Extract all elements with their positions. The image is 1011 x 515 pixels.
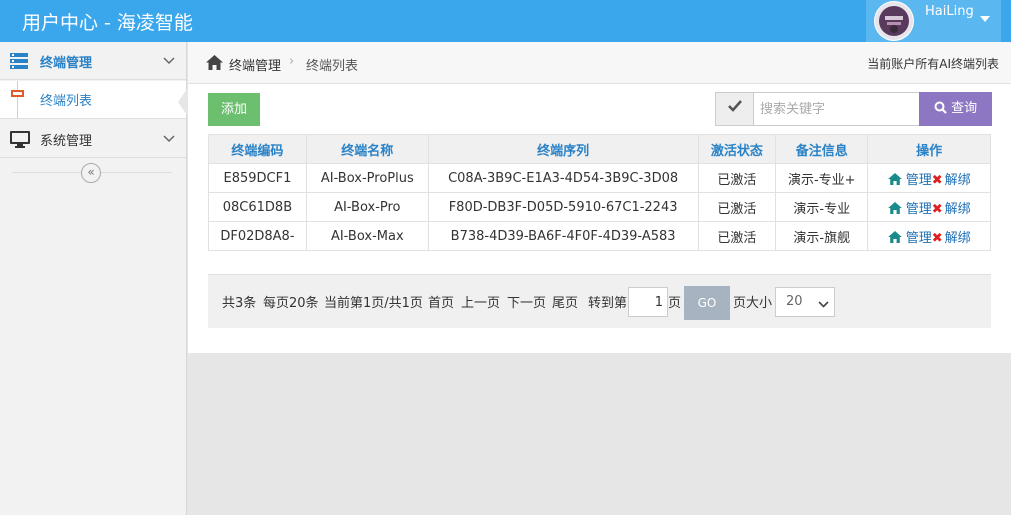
search-button[interactable]: 查询: [919, 92, 992, 126]
sidebar-group-label: 系统管理: [40, 134, 93, 149]
column-header: 操作: [867, 134, 991, 164]
cell-name: AI-Box-Max: [305, 221, 429, 251]
username[interactable]: HaiLing: [925, 4, 974, 19]
user-menu[interactable]: HaiLing: [866, 0, 1001, 42]
sidebar: 终端管理 终端列表 系统管理 «: [0, 42, 187, 515]
app-title: 用户中心 - 海凌智能: [22, 12, 193, 34]
pager-total: 共3条: [222, 296, 257, 311]
manage-link[interactable]: 管理: [906, 231, 932, 246]
cell-name: AI-Box-Pro: [305, 192, 429, 222]
add-button[interactable]: 添加: [208, 93, 260, 126]
breadcrumb-separator: ›: [289, 54, 295, 69]
home-icon[interactable]: [887, 201, 906, 217]
column-header[interactable]: 终端编码: [208, 134, 307, 164]
column-header[interactable]: 备注信息: [775, 134, 869, 164]
monitor-small-icon: [11, 90, 24, 97]
cell-remark: 演示-专业: [775, 192, 869, 222]
table-row: E859DCF1 AI-Box-ProPlus C08A-3B9C-E1A3-4…: [208, 163, 991, 193]
sidebar-item-label: 终端列表: [40, 94, 93, 109]
unbind-link[interactable]: 解绑: [945, 231, 971, 246]
pagination: 共3条 每页20条 当前第1页/共1页 首页 上一页 下一页 尾页 转到第 页 …: [208, 274, 991, 328]
cell-serial: C08A-3B9C-E1A3-4D54-3B9C-3D08: [427, 163, 699, 193]
cell-status: 已激活: [697, 192, 777, 222]
cell-serial: B738-4D39-BA6F-4F0F-4D39-A583: [427, 221, 699, 251]
sidebar-collapse-row: «: [0, 159, 186, 185]
main-panel: 终端管理 › 终端列表 当前账户所有AI终端列表 添加 查询 终端编码 终端名称…: [188, 42, 1011, 353]
cell-actions: 管理✖ 解绑: [867, 192, 991, 222]
table-row: DF02D8A8- AI-Box-Max B738-4D39-BA6F-4F0F…: [208, 221, 991, 251]
cell-code: 08C61D8B: [208, 192, 307, 222]
server-icon: [10, 53, 28, 73]
search-group: 查询: [715, 92, 992, 126]
cell-remark: 演示-专业+: [775, 163, 869, 193]
sidebar-group-system[interactable]: 系统管理: [0, 120, 186, 158]
avatar[interactable]: [874, 1, 914, 41]
home-icon[interactable]: [887, 172, 906, 188]
table-header-row: 终端编码 终端名称 终端序列 激活状态 备注信息 操作: [208, 134, 991, 164]
go-button[interactable]: GO: [684, 286, 730, 320]
sidebar-group-label: 终端管理: [40, 56, 93, 71]
page-description: 当前账户所有AI终端列表: [867, 57, 999, 71]
search-icon: [934, 101, 951, 116]
breadcrumb-item[interactable]: 终端管理: [229, 55, 281, 74]
chevron-down-icon: [163, 54, 175, 69]
page-size-value: 20: [786, 294, 803, 309]
check-icon[interactable]: [716, 93, 754, 125]
goto-page-input[interactable]: [628, 287, 668, 317]
search-button-label: 查询: [951, 101, 978, 116]
pager-prev-link[interactable]: 上一页: [461, 292, 500, 311]
home-icon[interactable]: [887, 230, 906, 246]
cell-name: AI-Box-ProPlus: [305, 163, 429, 193]
sidebar-item-terminal-list[interactable]: 终端列表: [0, 81, 187, 119]
collapse-sidebar-button[interactable]: «: [81, 163, 101, 183]
breadcrumb: 终端管理 › 终端列表 当前账户所有AI终端列表: [188, 42, 1011, 84]
terminal-table: 终端编码 终端名称 终端序列 激活状态 备注信息 操作 E859DCF1 AI-…: [208, 134, 991, 251]
manage-link[interactable]: 管理: [906, 202, 932, 217]
pager-first-link[interactable]: 首页: [428, 292, 454, 311]
close-icon[interactable]: ✖: [932, 231, 943, 246]
pager-next-link[interactable]: 下一页: [507, 292, 546, 311]
close-icon[interactable]: ✖: [932, 173, 943, 188]
top-bar: 用户中心 - 海凌智能 HaiLing: [0, 0, 1011, 42]
cell-actions: 管理✖ 解绑: [867, 163, 991, 193]
page-size-select[interactable]: 20: [775, 287, 835, 317]
table-row: 08C61D8B AI-Box-Pro F80D-DB3F-D05D-5910-…: [208, 192, 991, 222]
manage-link[interactable]: 管理: [906, 173, 932, 188]
close-icon[interactable]: ✖: [932, 202, 943, 217]
pager-last-link[interactable]: 尾页: [552, 292, 578, 311]
column-header[interactable]: 终端序列: [427, 134, 699, 164]
cell-serial: F80D-DB3F-D05D-5910-67C1-2243: [427, 192, 699, 222]
unbind-link[interactable]: 解绑: [945, 173, 971, 188]
caret-down-icon[interactable]: [980, 16, 990, 22]
pager-size-label: 页大小: [733, 296, 773, 311]
pager-page-unit: 页: [668, 296, 682, 311]
chevron-down-icon: [818, 297, 829, 312]
cell-code: DF02D8A8-: [208, 221, 307, 251]
search-input[interactable]: [755, 93, 919, 125]
unbind-link[interactable]: 解绑: [945, 202, 971, 217]
cell-status: 已激活: [697, 221, 777, 251]
column-header[interactable]: 激活状态: [697, 134, 777, 164]
column-header[interactable]: 终端名称: [305, 134, 429, 164]
sidebar-group-terminal[interactable]: 终端管理: [0, 42, 186, 80]
pager-goto-label: 转到第: [588, 296, 628, 311]
cell-actions: 管理✖ 解绑: [867, 221, 991, 251]
pager-per-page: 每页20条: [263, 296, 319, 311]
active-indicator: [178, 89, 187, 115]
cell-remark: 演示-旗舰: [775, 221, 869, 251]
chevron-down-icon: [163, 132, 175, 147]
cell-code: E859DCF1: [208, 163, 307, 193]
pager-current: 当前第1页/共1页: [324, 296, 423, 311]
home-icon[interactable]: [206, 55, 223, 74]
cell-status: 已激活: [697, 163, 777, 193]
monitor-icon: [10, 131, 30, 152]
breadcrumb-current: 终端列表: [306, 59, 359, 74]
